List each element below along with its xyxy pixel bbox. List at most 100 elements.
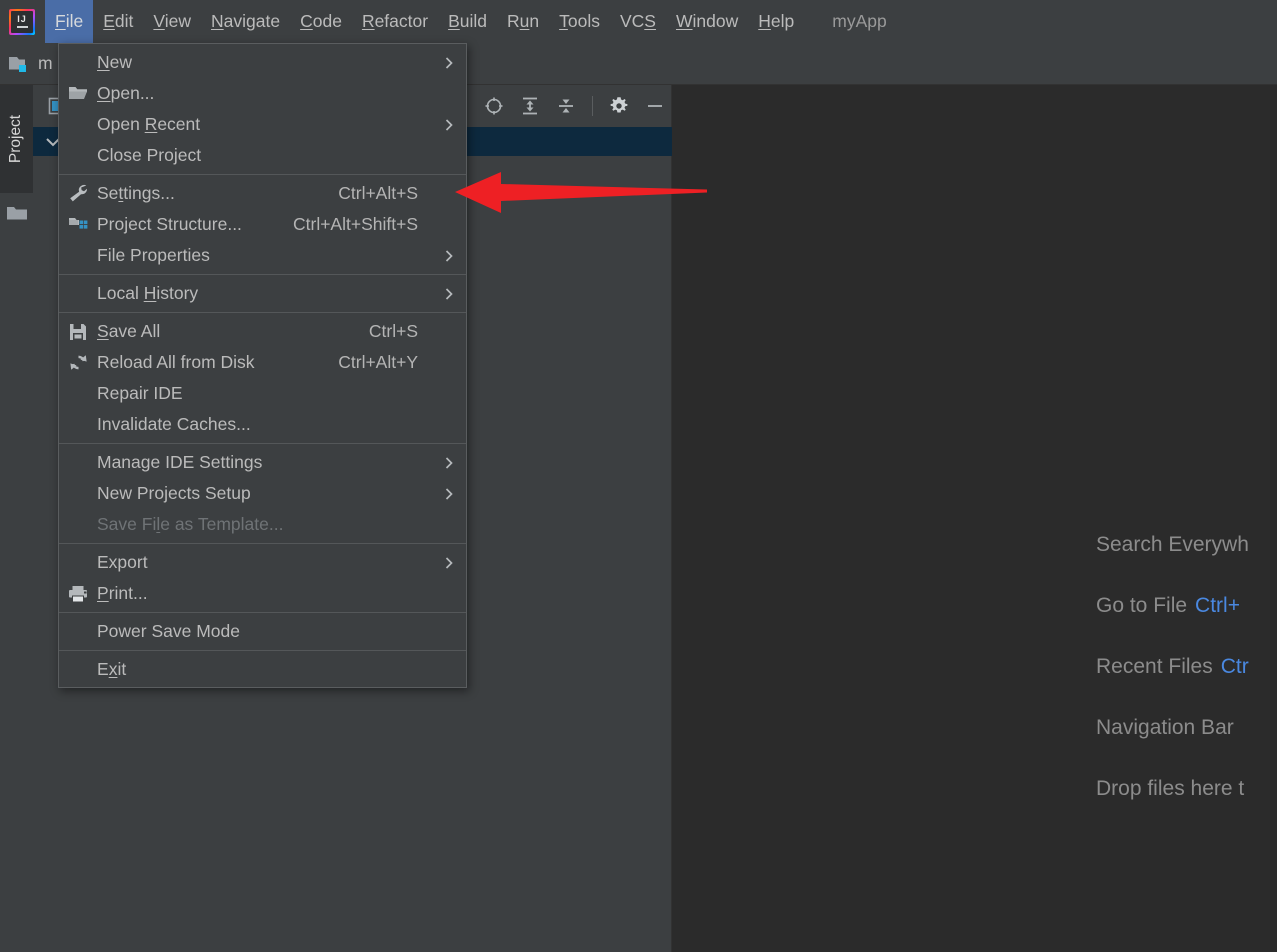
file-menu-item-invalidate-caches[interactable]: Invalidate Caches... bbox=[59, 409, 466, 440]
file-menu-item-file-properties[interactable]: File Properties bbox=[59, 240, 466, 271]
file-menu-item-shortcut: Ctrl+Alt+Shift+S bbox=[293, 214, 418, 234]
file-menu-item-label: Print... bbox=[97, 583, 148, 603]
open-folder-icon bbox=[59, 78, 97, 109]
select-opened-file-icon[interactable] bbox=[484, 96, 504, 116]
menu-file[interactable]: File bbox=[45, 0, 94, 43]
file-menu-item-label: Save All bbox=[97, 321, 161, 341]
file-menu-item-power-save-mode[interactable]: Power Save Mode bbox=[59, 616, 466, 647]
menu-separator bbox=[59, 650, 466, 651]
file-menu-item-label: Project Structure... bbox=[97, 214, 242, 234]
file-menu-item-label: Open... bbox=[97, 83, 155, 103]
menu-run[interactable]: Run bbox=[497, 0, 549, 43]
chevron-right-icon bbox=[434, 55, 464, 71]
editor-hint-row: Navigation Bar bbox=[1096, 715, 1277, 740]
no-icon bbox=[59, 447, 97, 478]
navbar-module-item[interactable]: m bbox=[8, 53, 53, 74]
editor-hint-text: Search Everywh bbox=[1096, 533, 1249, 556]
no-icon bbox=[59, 409, 97, 440]
sidebar-item-project[interactable]: Project bbox=[0, 85, 33, 193]
file-menu-item-exit[interactable]: Exit bbox=[59, 654, 466, 685]
menu-bar-items: File Edit View Navigate Code Refactor Build Run… bbox=[45, 0, 804, 43]
menu-tools[interactable]: Tools bbox=[549, 0, 610, 43]
file-menu-item-local-history[interactable]: Local History bbox=[59, 278, 466, 309]
menu-label: Code bbox=[300, 11, 342, 31]
editor-hint-row: Recent Files Ctr bbox=[1096, 654, 1277, 679]
chevron-right-icon bbox=[434, 117, 464, 133]
file-menu-item-label: Manage IDE Settings bbox=[97, 452, 263, 472]
file-menu-item-label: File Properties bbox=[97, 245, 210, 265]
file-menu-item-label: Invalidate Caches... bbox=[97, 414, 251, 434]
menu-separator bbox=[59, 443, 466, 444]
file-menu-item-export[interactable]: Export bbox=[59, 547, 466, 578]
no-icon bbox=[59, 654, 97, 685]
menu-help[interactable]: Help bbox=[748, 0, 804, 43]
collapse-all-icon[interactable] bbox=[556, 96, 576, 116]
menu-navigate[interactable]: Navigate bbox=[201, 0, 290, 43]
folder-icon[interactable] bbox=[6, 193, 28, 233]
no-icon bbox=[59, 109, 97, 140]
file-menu-item-label: Repair IDE bbox=[97, 383, 183, 403]
file-menu-item-shortcut: Ctrl+S bbox=[368, 321, 418, 341]
no-icon bbox=[59, 378, 97, 409]
editor-hint-shortcut: Ctr bbox=[1220, 655, 1249, 678]
editor-hint-row: Go to File Ctrl+ bbox=[1096, 593, 1277, 618]
menu-build[interactable]: Build bbox=[438, 0, 497, 43]
menu-view[interactable]: View bbox=[143, 0, 201, 43]
file-menu-item-shortcut: Ctrl+Alt+Y bbox=[338, 352, 418, 372]
expand-all-icon[interactable] bbox=[520, 96, 540, 116]
menu-separator bbox=[59, 174, 466, 175]
project-structure-icon bbox=[59, 209, 97, 240]
file-menu-item-label: Exit bbox=[97, 659, 127, 679]
menu-vcs[interactable]: VCS bbox=[610, 0, 666, 43]
project-tool-window-actions bbox=[484, 85, 665, 127]
file-menu-item-save-file-as-template: Save File as Template... bbox=[59, 509, 466, 540]
menu-label: Navigate bbox=[211, 11, 281, 31]
file-menu-item-label: New bbox=[97, 52, 133, 72]
file-menu-item-save-all[interactable]: Save All Ctrl+S bbox=[59, 316, 466, 347]
menu-separator bbox=[59, 312, 466, 313]
no-icon bbox=[59, 240, 97, 271]
intellij-logo-icon: IJ bbox=[9, 8, 35, 35]
settings-gear-icon[interactable] bbox=[609, 96, 629, 116]
file-menu-item-repair-ide[interactable]: Repair IDE bbox=[59, 378, 466, 409]
file-menu-item-label: Settings... bbox=[97, 183, 175, 203]
logo-text: IJ bbox=[17, 14, 27, 24]
file-menu-item-close-project[interactable]: Close Project bbox=[59, 140, 466, 171]
chevron-right-icon bbox=[434, 248, 464, 264]
file-menu-item-project-structure[interactable]: Project Structure... Ctrl+Alt+Shift+S bbox=[59, 209, 466, 240]
file-menu-item-reload-all-from-disk[interactable]: Reload All from Disk Ctrl+Alt+Y bbox=[59, 347, 466, 378]
menu-code[interactable]: Code bbox=[290, 0, 352, 43]
file-menu-item-manage-ide-settings[interactable]: Manage IDE Settings bbox=[59, 447, 466, 478]
intellij-window: IJ File Edit View Navigate Code Refactor Build… bbox=[0, 0, 1277, 952]
file-menu-item-print[interactable]: Print... bbox=[59, 578, 466, 609]
menu-label: VCS bbox=[619, 11, 656, 31]
file-menu-item-open-recent[interactable]: Open Recent bbox=[59, 109, 466, 140]
no-icon bbox=[59, 478, 97, 509]
no-icon bbox=[59, 547, 97, 578]
file-menu-item-label: Reload All from Disk bbox=[97, 352, 255, 372]
no-icon bbox=[59, 47, 97, 78]
file-menu-item-open[interactable]: Open... bbox=[59, 78, 466, 109]
no-icon bbox=[59, 509, 97, 540]
menu-separator bbox=[59, 612, 466, 613]
file-menu-item-settings[interactable]: Settings... Ctrl+Alt+S bbox=[59, 178, 466, 209]
hide-icon[interactable] bbox=[645, 96, 665, 116]
save-floppy-icon bbox=[59, 316, 97, 347]
chevron-right-icon bbox=[434, 455, 464, 471]
file-menu-item-new[interactable]: New bbox=[59, 47, 466, 78]
menu-separator bbox=[59, 274, 466, 275]
app-title: myApp bbox=[832, 11, 887, 31]
file-menu-item-label: Export bbox=[97, 552, 148, 572]
editor-hint-text: Navigation Bar bbox=[1096, 716, 1234, 739]
menu-refactor[interactable]: Refactor bbox=[352, 0, 438, 43]
chevron-right-icon bbox=[434, 486, 464, 502]
project-stripe-label: Project bbox=[7, 114, 25, 164]
editor-hints-list: Search Everywh Go to File Ctrl+ Recent File… bbox=[1096, 532, 1277, 837]
menu-window[interactable]: Window bbox=[666, 0, 748, 43]
file-menu-item-label: New Projects Setup bbox=[97, 483, 251, 503]
editor-hint-text: Drop files here t bbox=[1096, 777, 1245, 800]
file-menu-item-new-projects-setup[interactable]: New Projects Setup bbox=[59, 478, 466, 509]
menu-label: File bbox=[55, 11, 84, 31]
menu-edit[interactable]: Edit bbox=[93, 0, 143, 43]
menu-label: Edit bbox=[103, 11, 134, 31]
